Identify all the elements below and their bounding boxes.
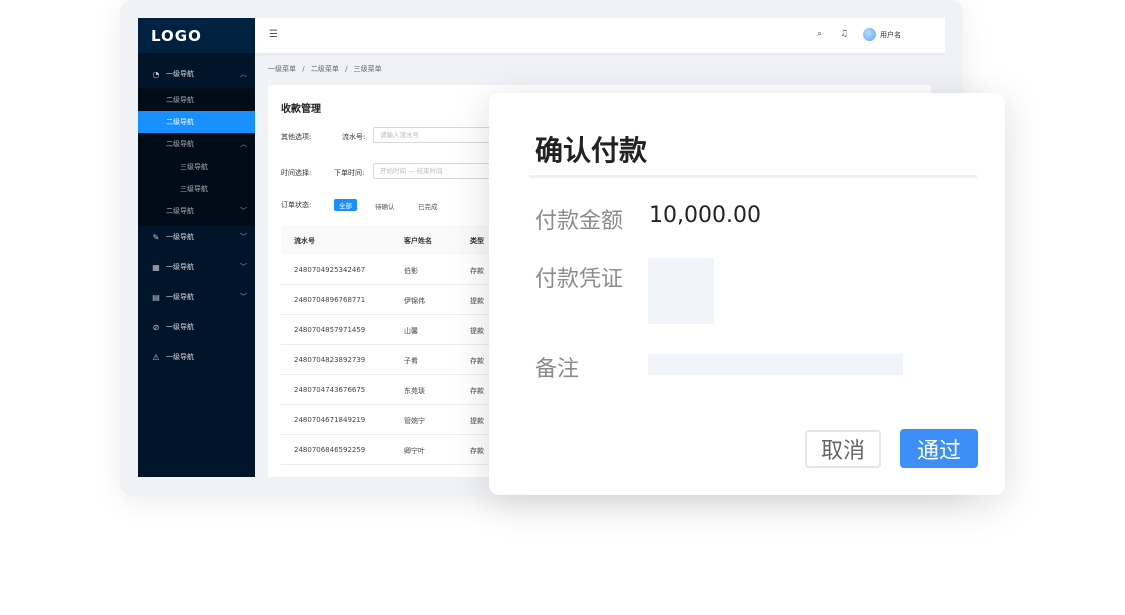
avatar[interactable]: [863, 28, 876, 41]
sidebar-item-label: 二级导航: [166, 207, 194, 215]
warning-icon: ⚠: [152, 352, 160, 362]
sidebar-item-nav-4[interactable]: ▤ 一级导航 ﹀: [138, 286, 255, 308]
serial-cell: 2480704743676675: [294, 386, 366, 394]
serial-cell: 2480704925342467: [294, 266, 366, 274]
order-time-label: 下单时间:: [334, 169, 365, 177]
other-options-label: 其他选项:: [281, 133, 312, 141]
sidebar-item-label: 二级导航: [166, 118, 194, 126]
sidebar-item-label: 三级导航: [180, 185, 208, 193]
modal-divider: [529, 175, 977, 178]
sidebar: LOGO ◔ 一级导航 ︿ 二级导航 二级导航 二级导航 ︿ 三级导航 三级导航…: [138, 18, 255, 477]
breadcrumb-item: 三级菜单: [353, 65, 382, 73]
type-cell: 存款: [470, 267, 484, 275]
status-tag-all[interactable]: 全部: [334, 199, 357, 211]
type-cell: 提款: [470, 417, 484, 425]
chevron-up-icon: ︿: [240, 140, 247, 148]
sidebar-subitem[interactable]: 二级导航: [138, 89, 255, 111]
sidebar-item-nav-3[interactable]: ▦ 一级导航 ﹀: [138, 256, 255, 278]
sidebar-item-label: 二级导航: [166, 96, 194, 104]
sidebar-item-label: 一级导航: [166, 263, 194, 271]
sidebar-item-label: 一级导航: [166, 293, 194, 301]
voucher-label: 付款凭证: [535, 267, 624, 292]
breadcrumb: 一级菜单 / 二级菜单 / 三级菜单: [268, 64, 386, 74]
sidebar-item-label: 一级导航: [166, 233, 194, 241]
status-tag-pending[interactable]: 待确认: [375, 201, 395, 211]
top-header: ☰ ⌕ ♫ 用户名: [255, 18, 945, 53]
breadcrumb-separator: /: [345, 65, 348, 73]
type-cell: 存款: [470, 447, 484, 455]
breadcrumb-item[interactable]: 一级菜单: [268, 65, 296, 73]
chevron-down-icon: ﹀: [240, 207, 247, 215]
type-cell: 存款: [470, 387, 484, 395]
chevron-down-icon: ﹀: [240, 233, 247, 241]
sidebar-item-nav-6[interactable]: ⚠ 一级导航: [138, 346, 255, 368]
confirm-payment-modal: 确认付款 付款金额 10,000.00 付款凭证 备注 取消 通过: [489, 93, 1005, 495]
customer-cell: 管婉宁: [404, 417, 425, 425]
remark-field[interactable]: [648, 354, 903, 375]
column-header[interactable]: 流水号: [294, 236, 315, 246]
approve-button[interactable]: 通过: [900, 429, 978, 468]
voucher-image-placeholder[interactable]: [648, 258, 714, 324]
customer-cell: 山馨: [404, 327, 418, 335]
customer-cell: 东苑琰: [404, 387, 425, 395]
sidebar-subitem-active[interactable]: 二级导航: [138, 111, 255, 133]
customer-cell: 伊锦伟: [404, 297, 425, 305]
amount-value: 10,000.00: [649, 203, 761, 228]
serial-cell: 2480704671849219: [294, 416, 366, 424]
order-status-label: 订单状态:: [281, 201, 312, 209]
serial-cell: 2480704857971459: [294, 326, 366, 334]
bell-icon[interactable]: ♫: [840, 29, 848, 39]
sidebar-item-label: 二级导航: [166, 140, 194, 148]
sidebar-subitem-collapsed[interactable]: 二级导航 ﹀: [138, 200, 255, 222]
menu-fold-icon[interactable]: ☰: [269, 29, 278, 40]
serial-label: 流水号:: [342, 133, 366, 141]
sidebar-item-label: 一级导航: [166, 323, 194, 331]
sidebar-item-label: 三级导航: [180, 163, 208, 171]
column-header[interactable]: 类型: [470, 236, 484, 246]
serial-cell: 2480704823892739: [294, 356, 366, 364]
edit-icon: ✎: [152, 232, 160, 242]
sidebar-third-item[interactable]: 三级导航: [138, 178, 255, 200]
document-icon: ▤: [152, 292, 160, 302]
remark-label: 备注: [535, 357, 580, 382]
modal-title: 确认付款: [535, 134, 648, 167]
customer-cell: 子肴: [404, 357, 418, 365]
chevron-up-icon: ︿: [240, 70, 247, 78]
sidebar-item-nav-1[interactable]: ◔ 一级导航 ︿: [138, 63, 255, 85]
chevron-down-icon: ﹀: [240, 293, 247, 301]
sidebar-item-label: 一级导航: [166, 70, 194, 78]
dashboard-icon: ◔: [152, 69, 160, 79]
customer-cell: 卿宁叶: [404, 447, 425, 455]
time-select-label: 时间选择:: [281, 169, 312, 177]
status-tag-done[interactable]: 已完成: [418, 201, 438, 211]
chevron-down-icon: ﹀: [240, 263, 247, 271]
type-cell: 提款: [470, 297, 484, 305]
table-icon: ▦: [152, 262, 160, 272]
sidebar-subitem-expandable[interactable]: 二级导航 ︿: [138, 133, 255, 155]
sidebar-item-nav-2[interactable]: ✎ 一级导航 ﹀: [138, 226, 255, 248]
sidebar-item-nav-5[interactable]: ⊘ 一级导航: [138, 316, 255, 338]
serial-cell: 2480706846592259: [294, 446, 366, 454]
customer-cell: 伯影: [404, 267, 418, 275]
logo: LOGO: [138, 18, 255, 53]
sidebar-item-label: 一级导航: [166, 353, 194, 361]
page-title: 收款管理: [281, 104, 321, 115]
check-circle-icon: ⊘: [152, 322, 160, 332]
breadcrumb-separator: /: [302, 65, 305, 73]
search-icon[interactable]: ⌕: [817, 29, 822, 39]
type-cell: 存款: [470, 357, 484, 365]
serial-cell: 2480704896768771: [294, 296, 366, 304]
column-header[interactable]: 客户姓名: [404, 236, 432, 246]
breadcrumb-item[interactable]: 二级菜单: [311, 65, 339, 73]
type-cell: 提款: [470, 327, 484, 335]
cancel-button[interactable]: 取消: [805, 430, 881, 468]
sidebar-third-item[interactable]: 三级导航: [138, 156, 255, 178]
amount-label: 付款金额: [535, 209, 624, 234]
username[interactable]: 用户名: [880, 30, 901, 40]
